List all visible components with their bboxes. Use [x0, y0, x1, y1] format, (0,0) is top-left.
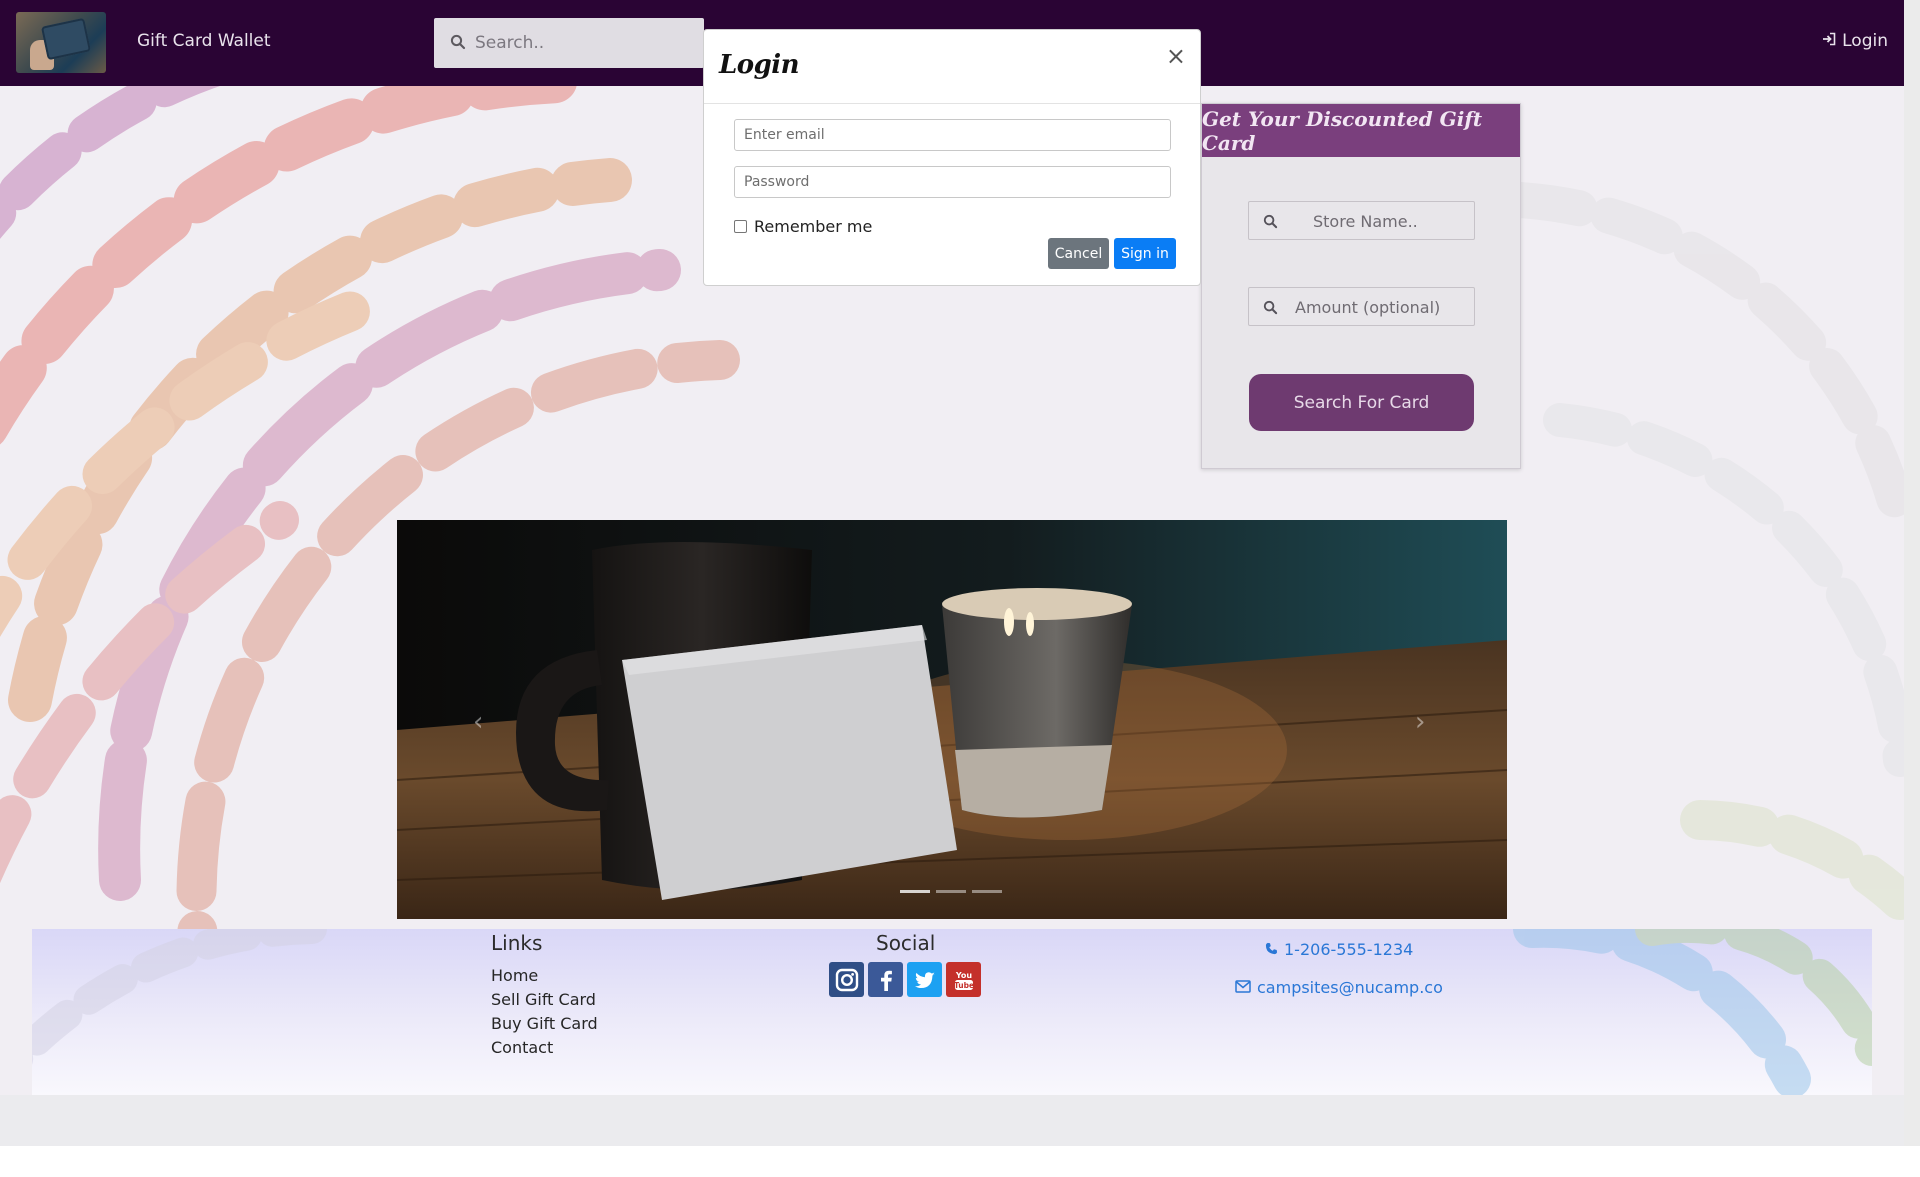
footer-bottom-bar — [0, 1095, 1904, 1146]
footer-phone-link[interactable]: 1-206-555-1234 — [1265, 940, 1413, 959]
carousel-indicator[interactable] — [972, 890, 1002, 893]
footer-link-buy-gift-card[interactable]: Buy Gift Card — [491, 1014, 598, 1033]
remember-me-label[interactable]: Remember me — [754, 217, 872, 236]
footer — [32, 929, 1872, 1095]
footer-link-sell-gift-card[interactable]: Sell Gift Card — [491, 990, 596, 1009]
footer-social-heading: Social — [876, 931, 936, 955]
search-placeholder: Search.. — [475, 33, 545, 53]
email-field[interactable]: Enter email — [734, 119, 1171, 151]
carousel-indicators — [900, 890, 1002, 893]
discount-card-panel: Get Your Discounted Gift Card Store Name… — [1201, 103, 1521, 469]
search-icon — [1263, 214, 1278, 233]
footer-email-link[interactable]: campsites@nucamp.co — [1235, 978, 1443, 997]
sign-in-icon — [1822, 31, 1836, 51]
amount-placeholder: Amount (optional) — [1295, 298, 1441, 317]
carousel-indicator[interactable] — [900, 890, 930, 893]
image-carousel: ‹ › — [397, 520, 1507, 919]
remember-me-row: Remember me — [734, 217, 872, 236]
carousel-prev-icon[interactable]: ‹ — [473, 707, 483, 737]
social-links: You Tube — [829, 962, 981, 997]
search-for-card-button[interactable]: Search For Card — [1249, 374, 1474, 431]
amount-input[interactable]: Amount (optional) — [1248, 287, 1475, 326]
carousel-next-icon[interactable]: › — [1415, 707, 1425, 737]
youtube-icon[interactable]: You Tube — [946, 962, 981, 997]
login-modal-header: Login × — [704, 30, 1200, 104]
close-icon[interactable]: × — [1166, 44, 1186, 68]
twitter-icon[interactable] — [907, 962, 942, 997]
store-name-input[interactable]: Store Name.. — [1248, 201, 1475, 240]
email-address: campsites@nucamp.co — [1257, 978, 1443, 997]
discount-panel-title: Get Your Discounted Gift Card — [1202, 106, 1483, 155]
phone-icon — [1265, 940, 1278, 959]
footer-link-home[interactable]: Home — [491, 966, 538, 985]
phone-number: 1-206-555-1234 — [1284, 940, 1414, 959]
carousel-indicator[interactable] — [936, 890, 966, 893]
password-field[interactable]: Password — [734, 166, 1171, 198]
carousel-slide-image — [397, 520, 1507, 919]
svg-text:You: You — [954, 971, 972, 980]
footer-link-contact[interactable]: Contact — [491, 1038, 553, 1057]
login-label: Login — [1842, 31, 1888, 51]
search-icon — [1263, 300, 1278, 319]
login-modal: Login × Enter email Password Remember me… — [703, 29, 1201, 286]
store-name-placeholder: Store Name.. — [1313, 212, 1418, 231]
login-modal-title: Login — [719, 50, 800, 80]
navbar-search-input[interactable]: Search.. — [434, 18, 704, 68]
page-scrollbar[interactable] — [1904, 0, 1920, 1146]
sign-in-button[interactable]: Sign in — [1114, 238, 1176, 269]
instagram-icon[interactable] — [829, 962, 864, 997]
footer-links-heading: Links — [491, 931, 543, 955]
envelope-icon — [1235, 978, 1251, 997]
brand-logo[interactable] — [16, 12, 106, 73]
cancel-button[interactable]: Cancel — [1048, 238, 1109, 269]
footer-arc-pattern — [32, 929, 1872, 1095]
svg-text:Tube: Tube — [953, 981, 973, 990]
brand-title[interactable]: Gift Card Wallet — [137, 31, 271, 51]
discount-panel-header: Get Your Discounted Gift Card — [1202, 104, 1520, 157]
login-link[interactable]: Login — [1822, 31, 1888, 51]
facebook-icon[interactable] — [868, 962, 903, 997]
search-icon — [450, 34, 466, 54]
remember-me-checkbox[interactable] — [734, 220, 747, 233]
